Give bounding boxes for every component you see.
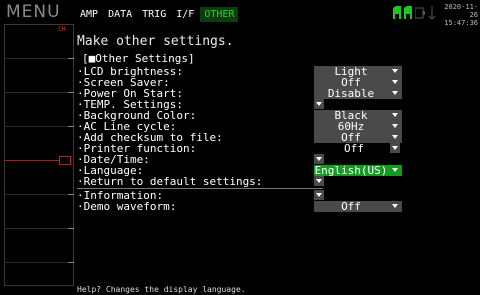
chevron-down-icon (392, 69, 398, 73)
printer-value: Off (344, 142, 364, 155)
trace-line (4, 160, 60, 161)
grid-line (4, 58, 74, 59)
temp-settings-button[interactable] (314, 99, 324, 109)
demo-waveform-select[interactable]: Off (314, 201, 402, 212)
status-icons (393, 6, 436, 19)
select-value: English(US) (314, 164, 388, 177)
chevron-down-icon (316, 157, 322, 161)
page-title: Make other settings. (77, 34, 234, 49)
help-bar: Help? Changes the display language. (74, 284, 480, 295)
grid-line (4, 92, 74, 93)
chevron-down-icon (392, 80, 398, 84)
setting-return-default: ·Return to default settings: (74, 176, 480, 187)
grid-line (4, 126, 74, 127)
chevron-down-icon (316, 179, 322, 183)
language-select[interactable]: English(US) (314, 165, 402, 176)
setting-label: ·Demo waveform: (77, 200, 177, 213)
tab-bar: AMP DATA TRIG I/F OTHER (76, 7, 240, 22)
tab-other[interactable]: OTHER (200, 7, 239, 22)
tab-amp[interactable]: AMP (76, 7, 103, 22)
chevron-down-icon (392, 204, 398, 208)
chevron-down-icon (316, 102, 322, 106)
chevron-down-icon (316, 193, 322, 197)
section-heading: [■Other Settings] (82, 52, 195, 65)
date-time-button[interactable] (314, 154, 324, 164)
chevron-down-icon (392, 113, 398, 117)
memory-card-icon (393, 6, 401, 19)
waveform-strip (4, 24, 74, 286)
chevron-down-icon (392, 91, 398, 95)
tab-if[interactable]: I/F (172, 7, 199, 22)
tab-data[interactable]: DATA (104, 7, 137, 22)
section-heading-text: [■Other Settings] (82, 52, 195, 65)
select-value: Off (341, 200, 361, 213)
sd-card-icon (404, 6, 412, 19)
setting-label: ·Return to default settings: (77, 175, 263, 188)
menu-button[interactable]: MENU (6, 2, 61, 22)
settings-panel: Make other settings. [■Other Settings] ·… (74, 24, 480, 286)
usb-icon (415, 7, 425, 19)
chevron-down-icon (392, 146, 398, 150)
printer-function-button[interactable] (390, 143, 400, 153)
chevron-down-icon (392, 135, 398, 139)
information-button[interactable] (314, 190, 324, 200)
setting-demo-waveform: ·Demo waveform: Off (74, 201, 480, 212)
tab-trig[interactable]: TRIG (138, 7, 171, 22)
chevron-down-icon (392, 124, 398, 128)
channel-label: CH (58, 26, 66, 33)
grid-line (4, 228, 74, 229)
grid-line (4, 194, 74, 195)
grid-line (4, 262, 74, 263)
power-on-start-select[interactable]: Disable (314, 88, 402, 99)
top-bar: MENU AMP DATA TRIG I/F OTHER 2020-11-26 … (0, 0, 480, 27)
trigger-marker[interactable] (59, 156, 71, 165)
help-text: Help? Changes the display language. (77, 285, 246, 294)
select-value: Disable (327, 87, 375, 100)
date-text: 2020-11-26 (444, 3, 478, 19)
chevron-down-icon (392, 168, 398, 172)
return-default-button[interactable] (314, 176, 324, 186)
battery-icon (428, 6, 436, 19)
